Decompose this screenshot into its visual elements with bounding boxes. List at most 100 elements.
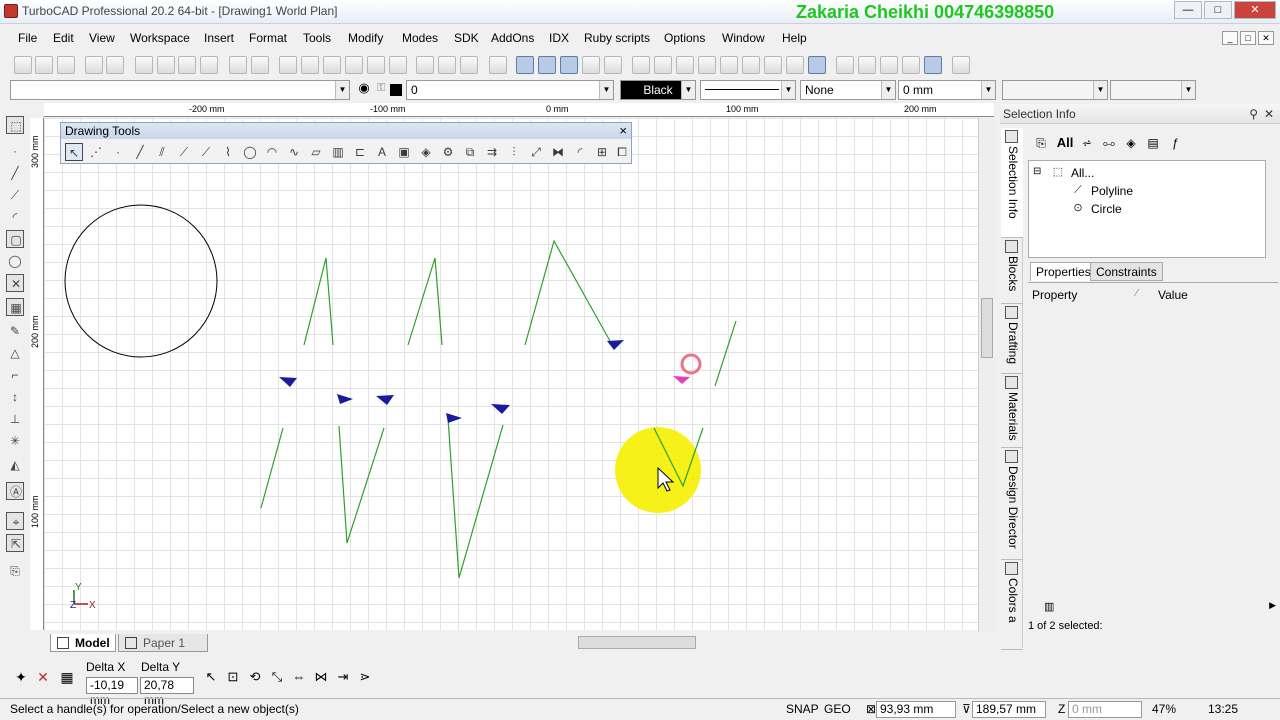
column-resize-handle[interactable]: ⁄ [1136, 288, 1138, 299]
settings-icon[interactable] [902, 56, 920, 74]
tree-item-circle[interactable]: Circle [1091, 202, 1122, 216]
function-icon[interactable]: ƒ [1166, 134, 1184, 152]
palette-icon[interactable] [604, 56, 622, 74]
menu-addons[interactable]: AddOns [491, 31, 534, 45]
dot-icon[interactable]: · [109, 143, 127, 161]
pin-icon[interactable]: ⚲ [1249, 104, 1258, 124]
camera-icon[interactable] [698, 56, 716, 74]
cut-icon[interactable] [135, 56, 153, 74]
property-scrollbar[interactable]: ▥ ▶ [1028, 600, 1278, 614]
scroll-thumb-icon[interactable]: ▥ [1044, 600, 1054, 613]
select-mode-icon[interactable]: ↖ [202, 668, 220, 686]
minimize-button[interactable]: — [1174, 1, 1202, 19]
polyline-icon[interactable]: ⟋ [197, 143, 215, 161]
star-tool-icon[interactable]: ✳ [6, 432, 24, 450]
layers-filter-icon[interactable]: ⧟ [1100, 134, 1118, 152]
polyline-handles[interactable] [279, 340, 624, 423]
dimension-tool-icon[interactable]: ↕ [6, 388, 24, 406]
hatch-tool-icon[interactable]: ◭ [6, 456, 24, 474]
width-combo[interactable]: 0 mm ▼ [898, 80, 996, 100]
tool-icon[interactable] [489, 56, 507, 74]
extra-combo-2[interactable]: ▼ [1110, 80, 1196, 100]
tab-properties[interactable]: Properties [1030, 262, 1097, 281]
walk-icon[interactable] [676, 56, 694, 74]
pick-tool-icon[interactable]: ⌖ [6, 512, 24, 530]
help-icon[interactable] [952, 56, 970, 74]
color-combo[interactable]: Black ▼ [620, 80, 696, 100]
snap-settings-icon[interactable] [880, 56, 898, 74]
multiline-icon[interactable]: ⟋ [175, 143, 193, 161]
light-icon[interactable] [742, 56, 760, 74]
mirror-icon[interactable]: ⧓ [549, 143, 567, 161]
style-combo[interactable]: ▼ [10, 80, 350, 100]
shade-icon[interactable] [764, 56, 782, 74]
z-coord-field[interactable]: 0 mm [1068, 701, 1142, 718]
print-preview-icon[interactable] [106, 56, 124, 74]
drawing-tools-header[interactable]: Drawing Tools × [61, 123, 631, 139]
line-icon[interactable]: ╱ [131, 143, 149, 161]
doc-maximize-button[interactable]: □ [1240, 31, 1256, 45]
rectangle-icon[interactable]: ▱ [307, 143, 325, 161]
drawing-canvas[interactable]: Y X Z [44, 118, 978, 630]
y-coord-field[interactable]: 189,57 mm [972, 701, 1046, 718]
undo-icon[interactable] [229, 56, 247, 74]
side-tab-design-director[interactable]: Design Director [1001, 448, 1023, 560]
pan-icon[interactable] [389, 56, 407, 74]
copy-tool-icon[interactable]: ⇉ [483, 143, 501, 161]
lock-icon[interactable]: ⚿ [372, 79, 390, 97]
dimension-icon[interactable]: ⊏ [351, 143, 369, 161]
menu-modify[interactable]: Modify [348, 31, 383, 45]
tab-constraints[interactable]: Constraints [1090, 262, 1163, 281]
panel-close-icon[interactable]: ✕ [1264, 104, 1274, 124]
redraw-icon[interactable] [416, 56, 434, 74]
edit-mode-icon[interactable]: ⇥ [334, 668, 352, 686]
select-arrow-icon[interactable]: ↖ [65, 143, 83, 161]
properties-icon[interactable]: ⎘ [1032, 134, 1050, 152]
menu-format[interactable]: Format [249, 31, 287, 45]
menu-view[interactable]: View [89, 31, 115, 45]
geo-toggle[interactable]: GEO [824, 702, 851, 716]
drawing-tools-close-button[interactable]: × [619, 123, 627, 139]
arc-tool-icon[interactable]: ◜ [6, 208, 24, 226]
doc-minimize-button[interactable]: _ [1222, 31, 1238, 45]
menu-edit[interactable]: Edit [53, 31, 74, 45]
horizontal-scroll-thumb[interactable] [578, 636, 696, 649]
gear-icon[interactable]: ⚙ [439, 143, 457, 161]
new-icon[interactable] [14, 56, 32, 74]
linetype-combo[interactable]: ▼ [700, 80, 796, 100]
menu-options[interactable]: Options [664, 31, 705, 45]
open-icon[interactable] [35, 56, 53, 74]
orbit-icon[interactable] [654, 56, 672, 74]
cancel-icon[interactable]: ✕ [34, 668, 52, 686]
curve-icon[interactable]: ∿ [285, 143, 303, 161]
filter-icon[interactable]: ⩫ [1078, 134, 1096, 152]
side-tab-blocks[interactable]: Blocks [1001, 238, 1023, 304]
arc-icon[interactable]: ◠ [263, 143, 281, 161]
tab-model[interactable]: Model [50, 634, 116, 652]
triangle-tool-icon[interactable]: △ [6, 344, 24, 362]
rectangle-tool-icon[interactable]: ▢ [6, 230, 24, 248]
menu-insert[interactable]: Insert [204, 31, 234, 45]
library-tool-icon[interactable]: ⎘ [6, 562, 24, 580]
extend-icon[interactable]: ⤢ [527, 143, 545, 161]
grid-tool-icon[interactable]: ▦ [6, 298, 24, 316]
material-icon[interactable] [720, 56, 738, 74]
print-icon[interactable] [85, 56, 103, 74]
side-tab-drafting[interactable]: Drafting [1001, 304, 1023, 374]
menu-help[interactable]: Help [782, 31, 807, 45]
scroll-right-icon[interactable]: ▶ [1269, 600, 1276, 611]
menu-idx[interactable]: IDX [549, 31, 569, 45]
fillet-tool-icon[interactable]: ⌐ [6, 366, 24, 384]
circle-tool-icon[interactable]: ◯ [6, 252, 24, 270]
insert-image-icon[interactable]: ▣ [395, 143, 413, 161]
table-icon[interactable]: ▤ [1144, 134, 1162, 152]
view-icon[interactable] [438, 56, 456, 74]
delta-x-field[interactable]: -10,19 mm [86, 677, 138, 707]
vertical-scroll-thumb[interactable] [981, 298, 993, 358]
fillet-icon[interactable]: ◜ [571, 143, 589, 161]
zoom-in-icon[interactable] [279, 56, 297, 74]
rotate-mode-icon[interactable]: ⟲ [246, 668, 264, 686]
text-tool-icon[interactable]: Ⓐ [6, 482, 24, 500]
side-tab-colors[interactable]: Colors a [1001, 560, 1023, 650]
delta-y-field[interactable]: 20,78 mm [140, 677, 194, 707]
